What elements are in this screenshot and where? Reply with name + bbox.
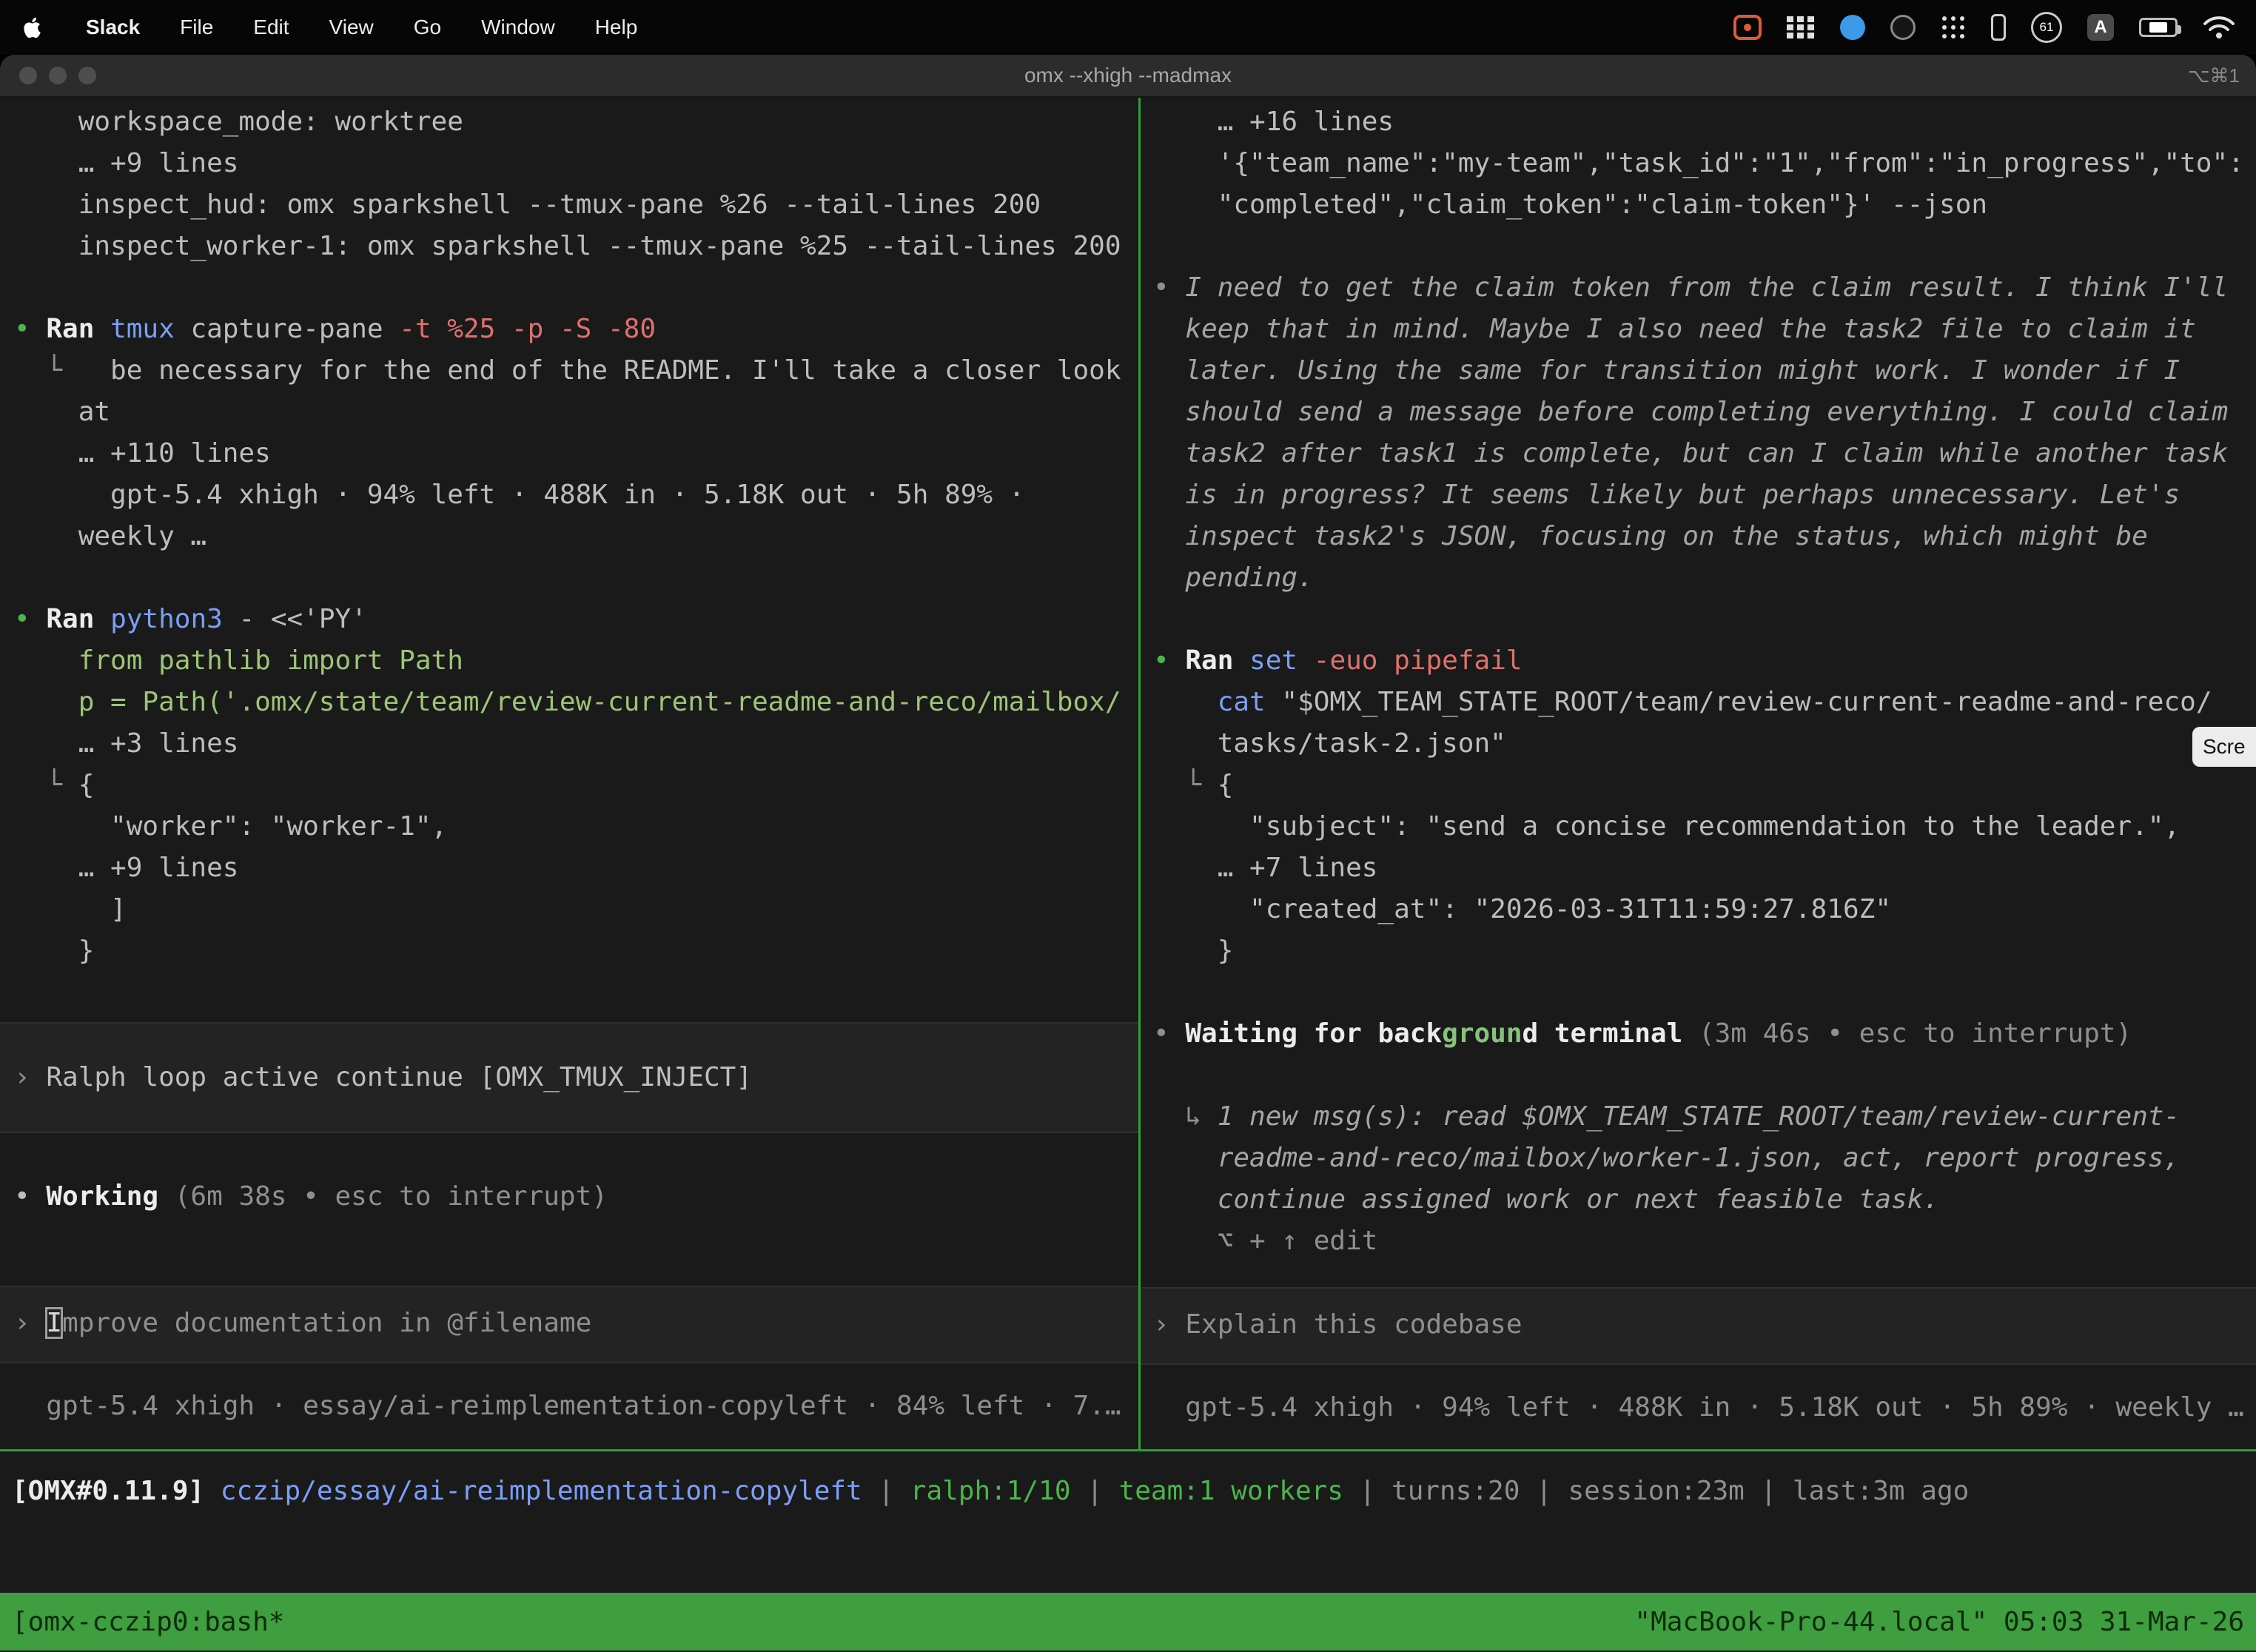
window-title: omx --xhigh --madmax (0, 64, 2256, 87)
battery-percent-ring-icon[interactable]: 61 (2031, 12, 2062, 43)
menu-help[interactable]: Help (595, 16, 638, 39)
keyboard-grid-icon[interactable] (1787, 16, 1815, 38)
battery-icon[interactable] (2139, 18, 2178, 37)
screen-share-tooltip: Scre (2192, 727, 2256, 767)
working-status: • Working (6m 38s • esc to interrupt) (14, 1176, 1138, 1218)
screen-recording-indicator-icon[interactable] (1733, 15, 1762, 40)
wifi-icon[interactable] (2203, 16, 2235, 39)
app-status-dark-icon[interactable] (1890, 15, 1916, 40)
apple-menu-icon[interactable] (21, 15, 46, 40)
display-mirroring-icon[interactable] (1991, 14, 2006, 41)
active-app-name[interactable]: Slack (86, 16, 140, 39)
status-separator-line (0, 1449, 2256, 1451)
menu-bar: Slack File Edit View Go Window Help 61 A (0, 0, 2256, 55)
terminal-content: workspace_mode: worktree … +9 lines insp… (0, 98, 2256, 1651)
new-message-note: ↳ 1 new msg(s): read $OMX_TEAM_STATE_ROO… (1153, 1096, 2256, 1262)
window-shortcut-hint: ⌥⌘1 (2188, 64, 2240, 87)
omx-session-status-line: [OMX#0.11.9] cczip/essay/ai-reimplementa… (0, 1471, 2256, 1512)
tmux-host-and-time: "MacBook-Pro-44.local" 05:03 31-Mar-26 (1634, 1607, 2244, 1637)
right-thinking-block: • I need to get the claim token from the… (1153, 267, 2256, 599)
tmux-session-name: [omx-cczip0:bash* (12, 1607, 284, 1637)
menu-file[interactable]: File (180, 16, 213, 39)
menu-window[interactable]: Window (481, 16, 555, 39)
left-ran-python-block: • Ran python3 - <<'PY' from pathlib impo… (14, 599, 1138, 972)
window-title-bar[interactable]: omx --xhigh --madmax ⌥⌘1 (0, 55, 2256, 98)
right-ran-cat-block: • Ran set -euo pipefail cat "$OMX_TEAM_S… (1153, 640, 2256, 972)
menu-go[interactable]: Go (414, 16, 441, 39)
waiting-status: • Waiting for background terminal (3m 46… (1153, 1013, 2256, 1055)
battery-fill (2149, 22, 2167, 33)
app-status-blue-icon[interactable] (1840, 15, 1865, 40)
battery-percent-value: 61 (2040, 20, 2054, 35)
dots-grid-icon[interactable] (1941, 15, 1966, 40)
tmux-status-bar: [omx-cczip0:bash* "MacBook-Pro-44.local"… (0, 1593, 2256, 1651)
right-pane-status-line: gpt-5.4 xhigh · 94% left · 488K in · 5.1… (1153, 1387, 2256, 1428)
left-prompt-input[interactable]: › Improve documentation in @filename (0, 1286, 1138, 1363)
left-scrollback-config: workspace_mode: worktree … +9 lines insp… (14, 101, 1138, 267)
ralph-loop-banner: › Ralph loop active continue [OMX_TMUX_I… (0, 1022, 1138, 1133)
terminal-window: omx --xhigh --madmax ⌥⌘1 workspace_mode:… (0, 55, 2256, 1652)
menu-view[interactable]: View (329, 16, 374, 39)
right-pane[interactable]: … +16 lines '{"team_name":"my-team","tas… (1141, 98, 2256, 1449)
tmux-panes: workspace_mode: worktree … +9 lines insp… (0, 98, 2256, 1449)
left-ran-tmux-block: • Ran tmux capture-pane -t %25 -p -S -80… (14, 309, 1138, 557)
left-pane[interactable]: workspace_mode: worktree … +9 lines insp… (0, 98, 1138, 1449)
menu-edit[interactable]: Edit (253, 16, 289, 39)
terminal-empty-area (0, 1512, 2256, 1593)
right-json-output: … +16 lines '{"team_name":"my-team","tas… (1153, 101, 2256, 226)
right-prompt-input[interactable]: › Explain this codebase (1141, 1287, 2256, 1365)
left-pane-status-line: gpt-5.4 xhigh · essay/ai-reimplementatio… (14, 1386, 1138, 1427)
input-source-icon[interactable]: A (2087, 14, 2114, 41)
